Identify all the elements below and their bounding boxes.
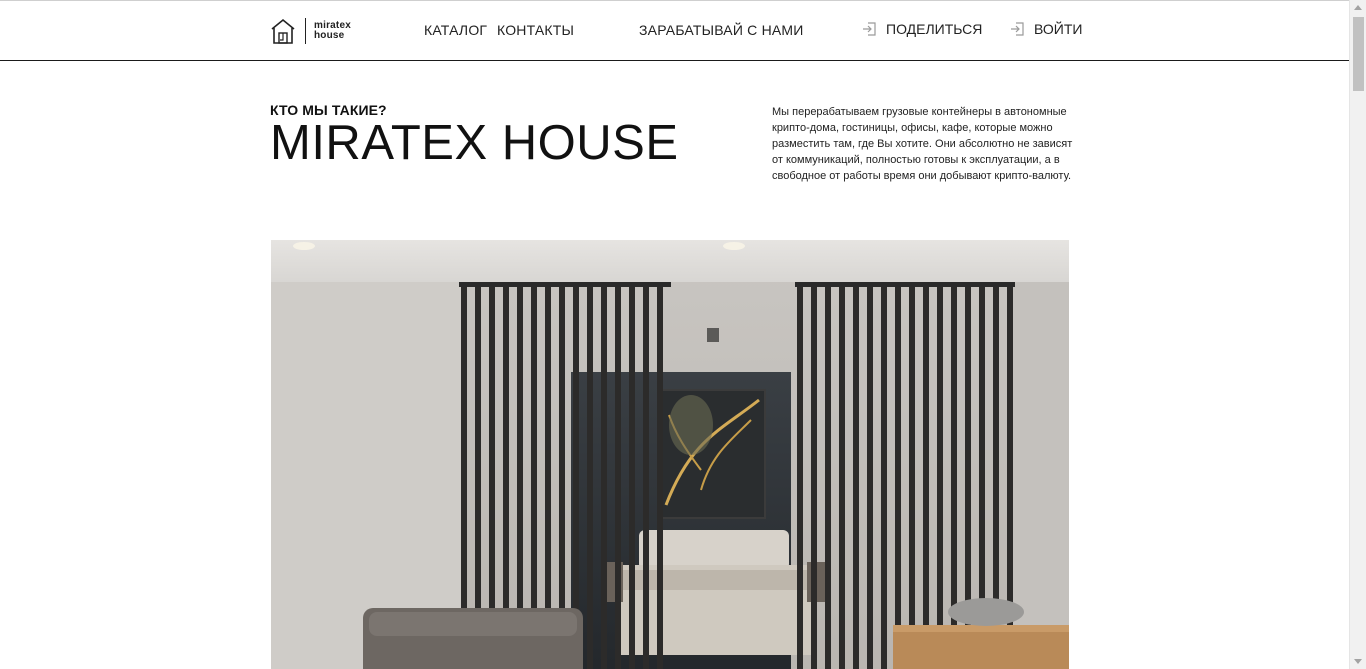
site-header: miratex house КАТАЛОГ КОНТАКТЫ ЗАРАБАТЫВ… — [0, 1, 1349, 61]
logo-line-2: house — [314, 30, 345, 41]
site-logo[interactable]: miratex house — [270, 16, 351, 46]
share-button[interactable]: ПОДЕЛИТЬСЯ — [862, 21, 982, 37]
nav-earn-link[interactable]: ЗАРАБАТЫВАЙ С НАМИ — [639, 22, 804, 38]
share-icon — [863, 22, 876, 36]
logo-wordmark: miratex house — [314, 21, 351, 41]
login-label: ВОЙТИ — [1034, 21, 1083, 37]
scroll-thumb[interactable] — [1353, 17, 1364, 91]
house-logo-icon — [271, 18, 295, 44]
hero-image — [271, 240, 1069, 669]
nav-contacts-link[interactable]: КОНТАКТЫ — [497, 22, 574, 38]
login-button[interactable]: ВОЙТИ — [1010, 21, 1082, 37]
share-label: ПОДЕЛИТЬСЯ — [886, 21, 983, 37]
page-title: MIRATEX HOUSE — [270, 116, 679, 170]
intro-description: Мы перерабатываем грузовые контейнеры в … — [772, 106, 1073, 182]
nav-catalog-link[interactable]: КАТАЛОГ — [424, 22, 487, 38]
page-scrollbar[interactable] — [1349, 0, 1366, 669]
scroll-down-icon[interactable] — [1354, 659, 1362, 664]
login-icon — [1011, 22, 1024, 36]
page: miratex house КАТАЛОГ КОНТАКТЫ ЗАРАБАТЫВ… — [0, 0, 1349, 669]
bedroom-interior-illustration — [271, 240, 1069, 669]
scroll-up-icon[interactable] — [1354, 5, 1362, 10]
logo-divider — [305, 18, 306, 44]
